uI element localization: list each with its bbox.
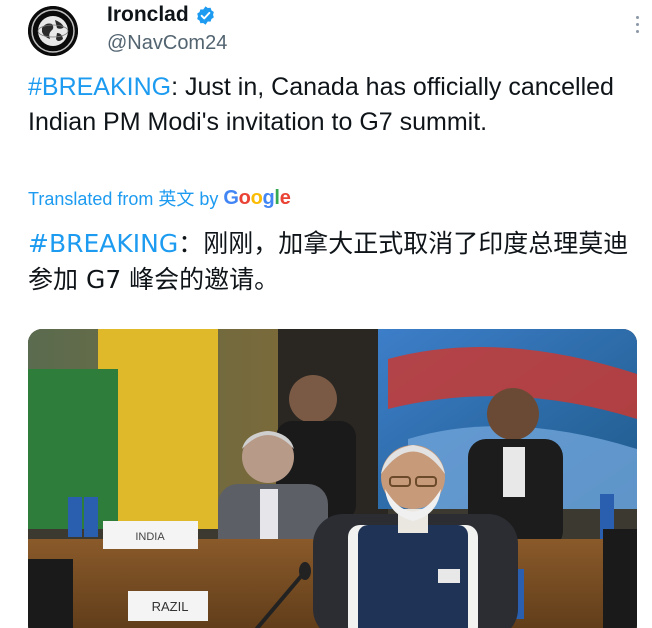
author-display-name[interactable]: Ironclad [107, 3, 189, 27]
tweet-photo[interactable]: INDIA RAZIL [28, 329, 637, 628]
author-name-row[interactable]: Ironclad [107, 3, 216, 27]
summit-photo-illustration: INDIA RAZIL [28, 329, 637, 628]
hashtag-link[interactable]: #BREAKING [28, 73, 171, 101]
tweet-text: #BREAKING: Just in, Canada has officiall… [28, 70, 638, 140]
placard-india: INDIA [135, 531, 165, 543]
globe-emblem-icon [28, 6, 78, 56]
author-handle[interactable]: @NavCom24 [107, 32, 227, 55]
translated-hashtag-link[interactable]: #BREAKING [28, 229, 178, 258]
google-logo: Google [223, 186, 291, 209]
author-avatar[interactable] [28, 6, 78, 56]
verified-badge-icon [196, 5, 214, 25]
translated-from-label: Translated from 英文 by [28, 189, 219, 209]
translation-attribution[interactable]: Translated from 英文 by Google [28, 185, 291, 211]
translated-text: #BREAKING：刚刚，加拿大正式取消了印度总理莫迪参加 G7 峰会的邀请。 [28, 226, 638, 298]
more-options-icon[interactable] [634, 16, 640, 38]
placard-brazil: RAZIL [152, 599, 189, 614]
